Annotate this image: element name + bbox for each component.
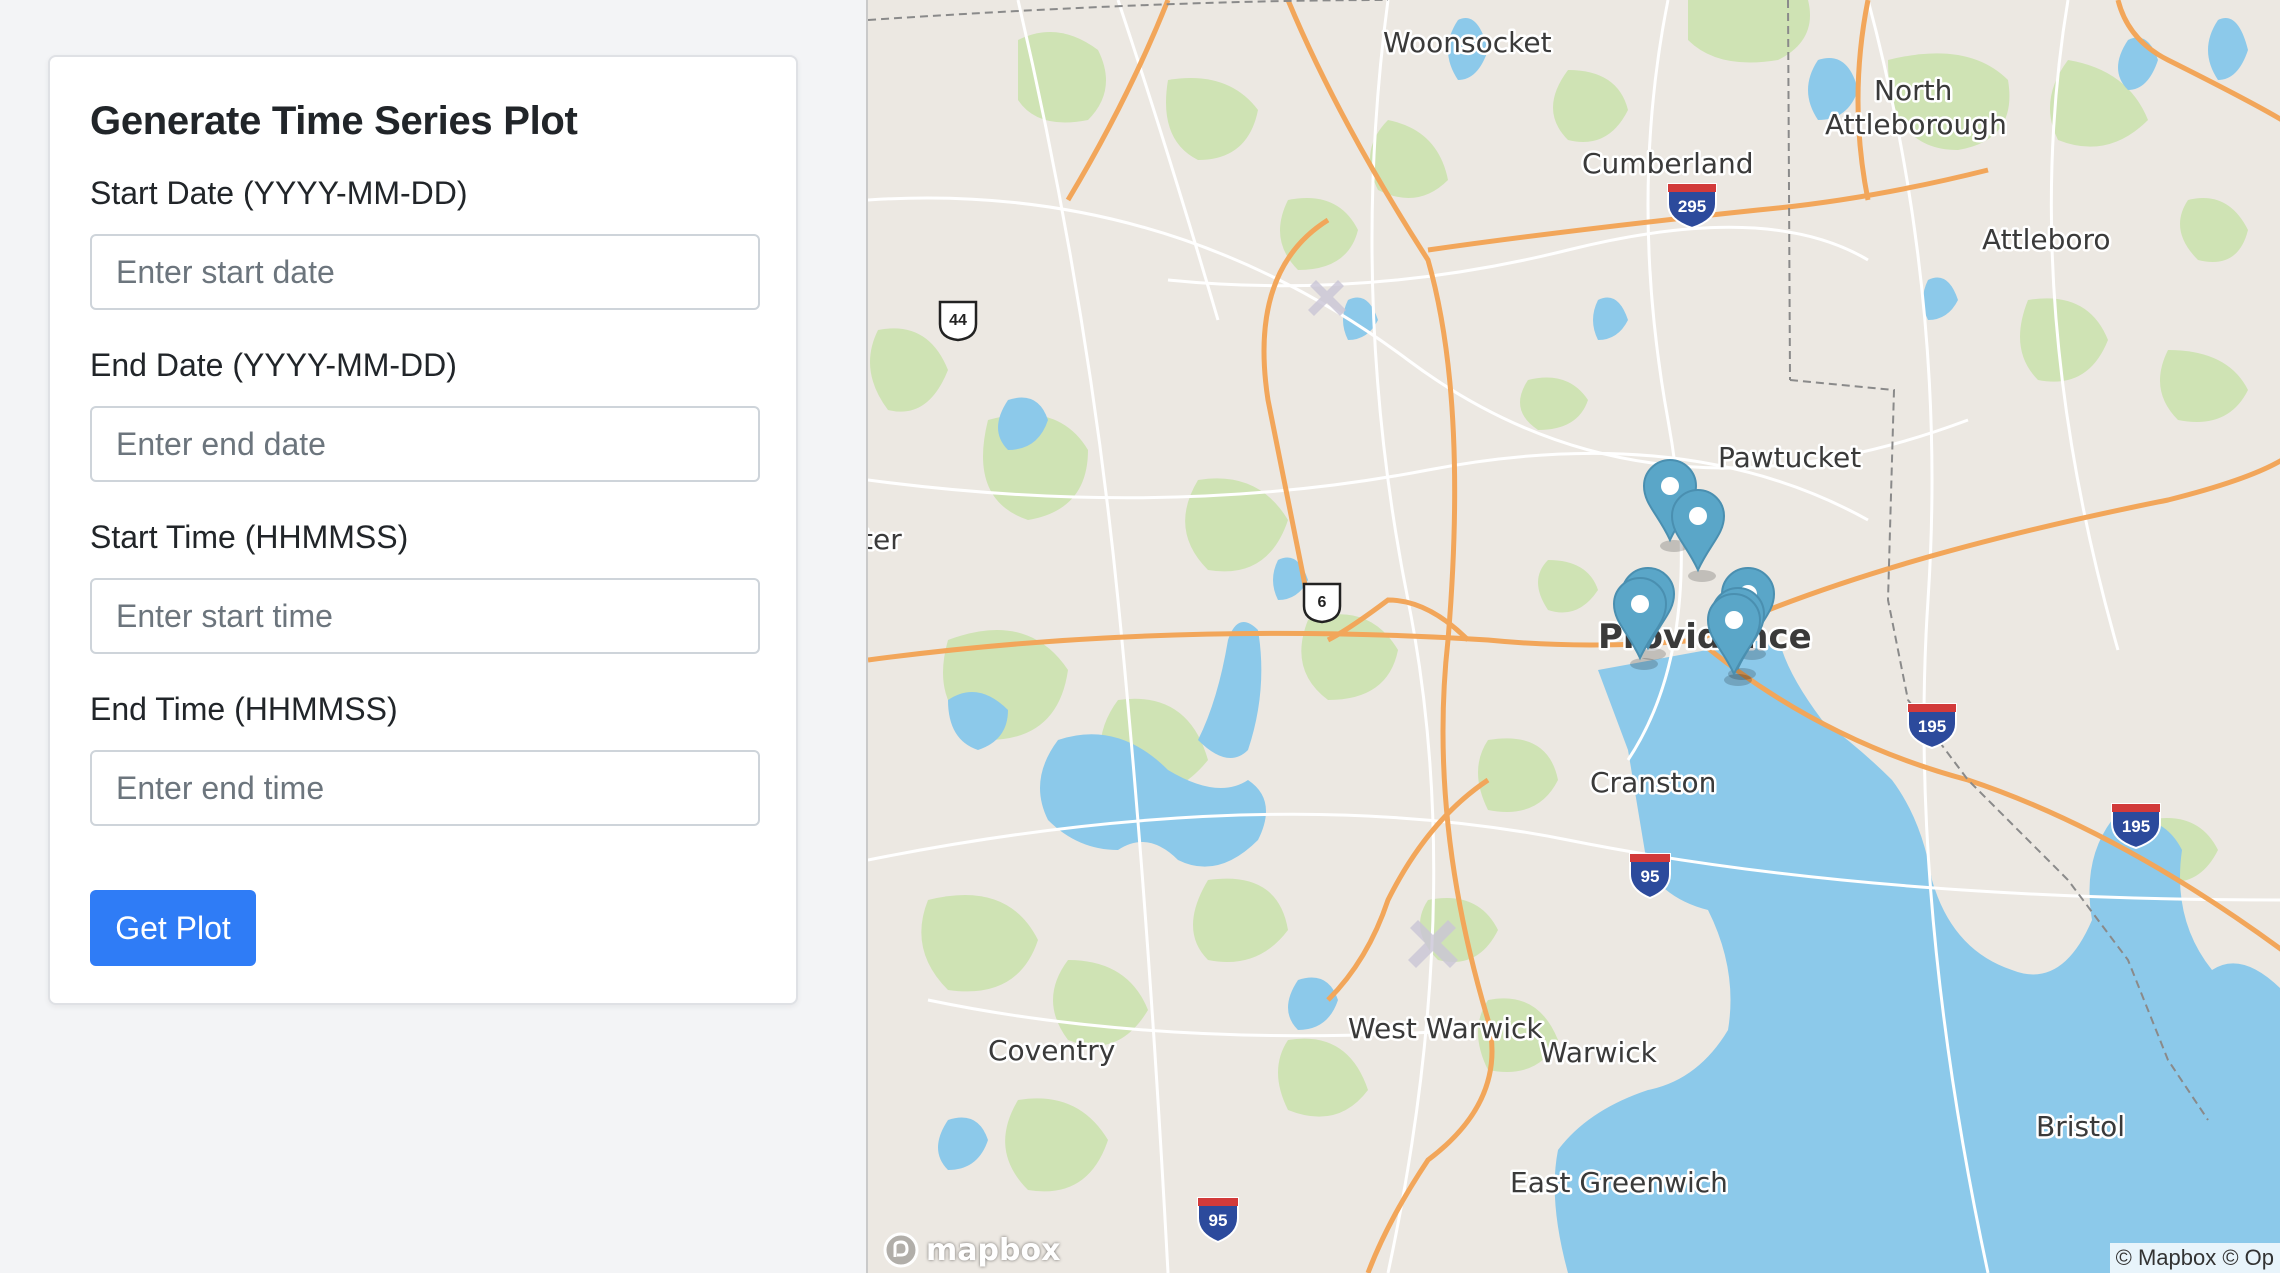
mapbox-logo-text: mapbox xyxy=(926,1232,1061,1268)
end-date-label: End Date (YYYY-MM-DD) xyxy=(90,347,457,383)
place-cumberland: Cumberland xyxy=(1582,147,1754,180)
start-time-input[interactable] xyxy=(90,578,760,654)
svg-text:295: 295 xyxy=(1678,197,1706,216)
start-date-label: Start Date (YYYY-MM-DD) xyxy=(90,175,468,211)
svg-text:95: 95 xyxy=(1641,867,1660,886)
sidebar-panel: Generate Time Series Plot Start Date (YY… xyxy=(0,0,866,1273)
place-fragment: ter xyxy=(868,523,902,556)
place-attleboro: Attleboro xyxy=(1982,223,2111,256)
start-date-input[interactable] xyxy=(90,234,760,310)
place-west-warwick: West Warwick xyxy=(1348,1012,1543,1045)
svg-text:95: 95 xyxy=(1209,1211,1228,1230)
place-cranston: Cranston xyxy=(1590,766,1716,799)
place-east-greenwich: East Greenwich xyxy=(1510,1166,1728,1199)
place-coventry: Coventry xyxy=(988,1034,1115,1067)
mapbox-logo-icon xyxy=(883,1232,919,1268)
place-attleborough: Attleborough xyxy=(1825,108,2007,141)
us-route-shield-icon: 44 xyxy=(938,300,978,342)
svg-text:195: 195 xyxy=(1918,717,1946,736)
get-plot-button[interactable]: Get Plot xyxy=(90,890,256,966)
svg-text:6: 6 xyxy=(1318,594,1327,611)
map-attribution[interactable]: © Mapbox © Op xyxy=(2109,1243,2280,1273)
place-north: North xyxy=(1874,74,1952,107)
end-date-input[interactable] xyxy=(90,406,760,482)
map-canvas[interactable]: Woonsocket North Attleborough Cumberland… xyxy=(868,0,2280,1273)
place-woonsocket: Woonsocket xyxy=(1383,26,1552,59)
plot-form-card: Generate Time Series Plot Start Date (YY… xyxy=(48,55,798,1005)
place-warwick: Warwick xyxy=(1540,1036,1658,1069)
svg-text:195: 195 xyxy=(2122,817,2150,836)
map-view[interactable]: Woonsocket North Attleborough Cumberland… xyxy=(866,0,2280,1273)
svg-text:44: 44 xyxy=(949,312,967,329)
end-time-input[interactable] xyxy=(90,750,760,826)
place-pawtucket: Pawtucket xyxy=(1718,441,1861,474)
start-time-label: Start Time (HHMMSS) xyxy=(90,519,409,555)
place-bristol: Bristol xyxy=(2036,1110,2125,1143)
end-time-label: End Time (HHMMSS) xyxy=(90,691,398,727)
mapbox-logo[interactable]: mapbox xyxy=(882,1231,1060,1269)
us-route-shield-icon: 6 xyxy=(1302,582,1342,624)
form-title: Generate Time Series Plot xyxy=(90,99,578,143)
